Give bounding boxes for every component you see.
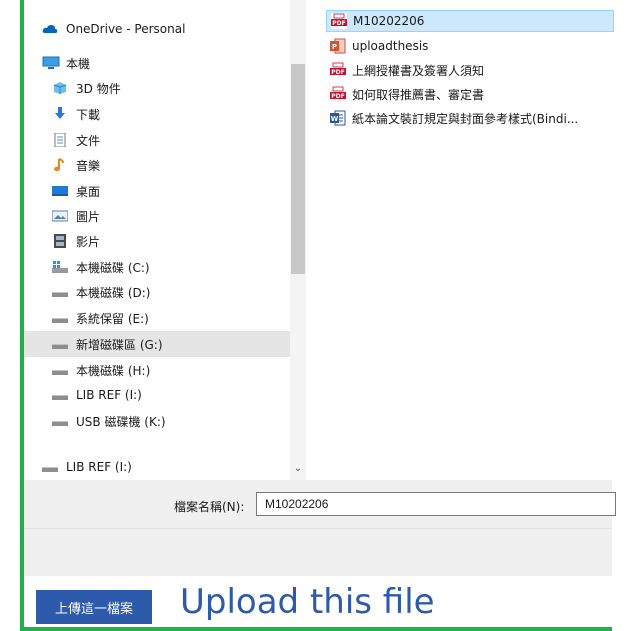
onedrive-cloud-icon bbox=[42, 22, 58, 36]
sidebar-item-label: 本機 bbox=[66, 56, 91, 71]
usb-drive-icon bbox=[52, 414, 68, 428]
sidebar-item-drive-c[interactable]: 本機磁碟 (C:) bbox=[24, 255, 290, 279]
sidebar-item-drive-d[interactable]: 本機磁碟 (D:) bbox=[24, 280, 290, 304]
windows-drive-icon bbox=[52, 260, 68, 274]
sidebar-item-lib-ref[interactable]: LIB REF (I:) bbox=[24, 383, 290, 407]
filename-label: 檔案名稱(N): bbox=[174, 500, 245, 514]
sidebar-item-label: 圖片 bbox=[76, 209, 101, 224]
upload-caption: Upload this file bbox=[180, 582, 435, 622]
dialog-footer bbox=[24, 528, 612, 577]
pictures-icon bbox=[51, 209, 69, 223]
sidebar-item-label: 系統保留 (E:) bbox=[76, 311, 149, 326]
file-list: PDF M10202206 P uploadthesis PDF 上網授權書及簽… bbox=[306, 0, 614, 480]
sidebar-item-label: 下載 bbox=[76, 107, 101, 122]
svg-text:W: W bbox=[331, 115, 339, 123]
svg-text:PDF: PDF bbox=[331, 69, 344, 76]
file-item-m10202206[interactable]: PDF M10202206 bbox=[326, 10, 614, 32]
sidebar-item-drive-e[interactable]: 系統保留 (E:) bbox=[24, 306, 290, 330]
documents-icon bbox=[52, 132, 68, 148]
sidebar-item-label: 音樂 bbox=[76, 158, 101, 173]
upload-file-button[interactable]: 上傳這一檔案 bbox=[36, 590, 152, 624]
download-icon bbox=[52, 107, 68, 121]
sidebar-item-label: 文件 bbox=[76, 133, 101, 148]
file-name: uploadthesis bbox=[352, 39, 429, 53]
file-item-uploadthesis[interactable]: P uploadthesis bbox=[326, 35, 616, 57]
videos-icon bbox=[52, 234, 68, 248]
svg-text:P: P bbox=[332, 43, 337, 51]
pdf-icon: PDF bbox=[330, 62, 346, 78]
file-name: M10202206 bbox=[353, 14, 425, 28]
svg-text:PDF: PDF bbox=[332, 20, 345, 27]
file-item-authorization[interactable]: PDF 上網授權書及簽署人須知 bbox=[326, 59, 616, 81]
sidebar-item-label: 本機磁碟 (D:) bbox=[76, 285, 151, 300]
computer-icon bbox=[42, 56, 60, 70]
sidebar-scrollbar[interactable]: ⌄ bbox=[290, 0, 306, 480]
sidebar-item-label: 本機磁碟 (H:) bbox=[76, 363, 151, 378]
sidebar-item-drive-h[interactable]: 本機磁碟 (H:) bbox=[24, 358, 290, 382]
svg-text:PDF: PDF bbox=[331, 93, 344, 100]
file-picker-frame: OneDrive - Personal 本機 3D 物件 下載 文件 音樂 桌面… bbox=[20, 0, 616, 631]
drive-icon bbox=[42, 460, 58, 474]
sidebar-item-label: 桌面 bbox=[76, 184, 101, 199]
sidebar-item-downloads[interactable]: 下載 bbox=[24, 102, 290, 126]
drive-icon bbox=[52, 337, 68, 351]
sidebar-item-videos[interactable]: 影片 bbox=[24, 229, 290, 253]
sidebar-item-documents[interactable]: 文件 bbox=[24, 128, 290, 152]
sidebar-item-drive-g[interactable]: 新增磁碟區 (G:) bbox=[24, 331, 290, 357]
file-item-recommendation[interactable]: PDF 如何取得推薦書、審定書 bbox=[326, 83, 616, 105]
sidebar-item-label: 本機磁碟 (C:) bbox=[76, 260, 150, 275]
navigation-pane: OneDrive - Personal 本機 3D 物件 下載 文件 音樂 桌面… bbox=[24, 0, 290, 480]
desktop-icon bbox=[52, 184, 68, 198]
sidebar-item-pictures[interactable]: 圖片 bbox=[24, 204, 290, 228]
scrollbar-thumb[interactable] bbox=[291, 64, 305, 274]
file-name: 紙本論文裝訂規定與封面參考樣式(Bindi... bbox=[352, 111, 579, 126]
file-name: 如何取得推薦書、審定書 bbox=[352, 87, 485, 102]
sidebar-item-label: 3D 物件 bbox=[76, 81, 121, 96]
drive-icon bbox=[52, 285, 68, 299]
drive-icon bbox=[52, 388, 68, 402]
powerpoint-icon: P bbox=[330, 38, 346, 54]
sidebar-item-this-pc[interactable]: 本機 bbox=[24, 51, 290, 75]
sidebar-item-usb-drive[interactable]: USB 磁碟機 (K:) bbox=[24, 409, 290, 433]
sidebar-item-label: USB 磁碟機 (K:) bbox=[76, 414, 166, 429]
file-name: 上網授權書及簽署人須知 bbox=[352, 63, 485, 78]
sidebar-item-onedrive[interactable]: OneDrive - Personal bbox=[24, 17, 290, 41]
filename-bar: 檔案名稱(N): bbox=[24, 480, 616, 528]
pdf-icon: PDF bbox=[331, 13, 347, 29]
chevron-down-icon[interactable]: ⌄ bbox=[290, 462, 306, 476]
music-icon bbox=[52, 158, 68, 172]
sidebar-item-label: LIB REF (I:) bbox=[76, 388, 142, 402]
sidebar-item-3d-objects[interactable]: 3D 物件 bbox=[24, 76, 290, 100]
sidebar-item-music[interactable]: 音樂 bbox=[24, 153, 290, 177]
3d-objects-icon bbox=[52, 81, 68, 95]
sidebar-item-label: 新增磁碟區 (G:) bbox=[76, 337, 163, 352]
sidebar-item-label: OneDrive - Personal bbox=[66, 22, 186, 36]
sidebar-item-label: LIB REF (I:) bbox=[66, 460, 132, 474]
sidebar-item-desktop[interactable]: 桌面 bbox=[24, 179, 290, 203]
word-icon: W bbox=[330, 110, 346, 126]
sidebar-item-label: 影片 bbox=[76, 234, 101, 249]
filename-input[interactable] bbox=[256, 492, 616, 516]
pdf-icon: PDF bbox=[330, 86, 346, 102]
drive-icon bbox=[52, 363, 68, 377]
drive-icon bbox=[52, 311, 68, 325]
sidebar-item-lib-ref-network[interactable]: LIB REF (I:) bbox=[24, 455, 290, 479]
file-item-binding-rules[interactable]: W 紙本論文裝訂規定與封面參考樣式(Bindi... bbox=[326, 107, 616, 129]
